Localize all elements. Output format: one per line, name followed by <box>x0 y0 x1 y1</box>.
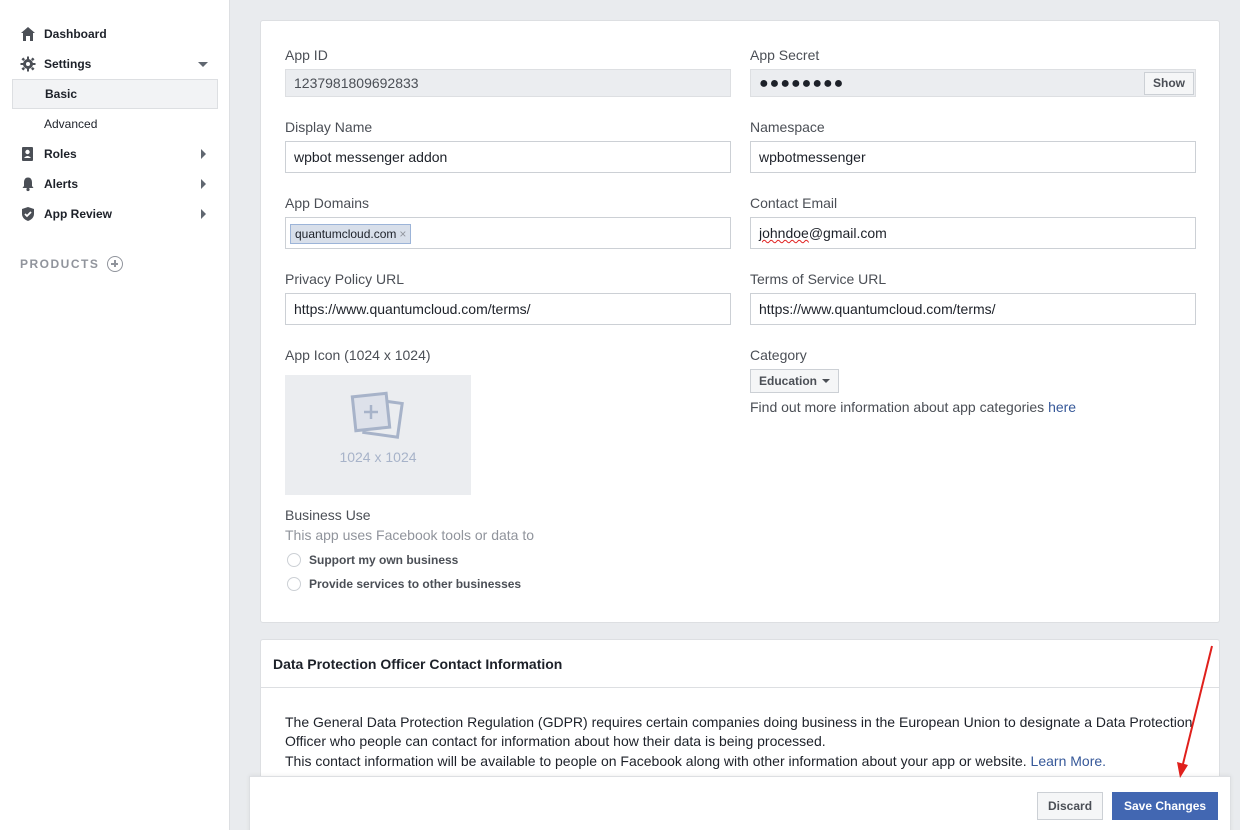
privacy-url-input[interactable]: https://www.quantumcloud.com/terms/ <box>285 293 731 325</box>
sidebar-item-label: Dashboard <box>44 27 107 41</box>
category-value: Education <box>759 374 818 388</box>
sidebar-item-label: App Review <box>44 207 113 221</box>
sidebar-item-settings[interactable]: Settings <box>12 49 218 79</box>
app-icon-label: App Icon (1024 x 1024) <box>285 347 431 363</box>
dpo-visibility-note: This contact information will be availab… <box>285 753 1197 769</box>
dpo-description: The General Data Protection Regulation (… <box>285 714 1193 749</box>
radio-circle[interactable] <box>287 577 301 591</box>
dpo-visibility-text: This contact information will be availab… <box>285 753 1031 769</box>
app-secret-field: ●●●●●●●● Show <box>750 69 1196 97</box>
products-label: PRODUCTS <box>20 257 100 271</box>
category-info: Find out more information about app cate… <box>750 399 1076 415</box>
namespace-input[interactable]: wpbotmessenger <box>750 141 1196 173</box>
radio-own-business[interactable]: Support my own business <box>287 553 458 567</box>
radio-circle[interactable] <box>287 553 301 567</box>
shield-check-icon <box>19 206 36 223</box>
chevron-right-icon <box>201 209 206 219</box>
app-domains-label: App Domains <box>285 195 370 211</box>
contact-email-label: Contact Email <box>750 195 838 211</box>
sidebar-item-alerts[interactable]: Alerts <box>12 169 218 199</box>
business-use-subtitle: This app uses Facebook tools or data to <box>285 527 535 543</box>
chevron-down-icon <box>198 62 208 67</box>
home-icon <box>19 26 36 43</box>
sidebar-item-label: Settings <box>44 57 92 71</box>
products-section: PRODUCTS <box>20 256 124 272</box>
roles-icon <box>19 146 36 163</box>
discard-button[interactable]: Discard <box>1037 792 1104 820</box>
dpo-title: Data Protection Officer Contact Informat… <box>261 640 1219 688</box>
sidebar-nav: Dashboard Settings Basic Advanced Roles … <box>12 19 218 229</box>
category-label: Category <box>750 347 807 363</box>
app-id-label: App ID <box>285 47 328 63</box>
domain-token-text: quantumcloud.com <box>295 227 397 241</box>
category-info-text: Find out more information about app cate… <box>750 399 1049 415</box>
gear-icon <box>19 56 36 73</box>
app-id-field: 1237981809692833 <box>285 69 731 97</box>
chevron-down-icon <box>822 379 831 383</box>
category-here-link[interactable]: here <box>1048 399 1076 415</box>
learn-more-link[interactable]: Learn More. <box>1031 753 1106 769</box>
sidebar-item-label: Alerts <box>44 177 79 191</box>
sidebar-item-app-review[interactable]: App Review <box>12 199 218 229</box>
sidebar-item-dashboard[interactable]: Dashboard <box>12 19 218 49</box>
sidebar-item-advanced[interactable]: Advanced <box>12 109 218 139</box>
business-use-label: Business Use <box>285 507 371 523</box>
app-secret-label: App Secret <box>750 47 820 63</box>
sidebar-item-roles[interactable]: Roles <box>12 139 218 169</box>
remove-token-icon[interactable]: × <box>399 227 406 241</box>
app-icon-size-text: 1024 x 1024 <box>339 449 417 465</box>
email-user-part: johndoe <box>759 225 809 241</box>
save-changes-button[interactable]: Save Changes <box>1112 792 1219 820</box>
category-select[interactable]: Education <box>750 369 840 393</box>
radio-own-label: Support my own business <box>309 553 459 567</box>
display-name-label: Display Name <box>285 119 373 135</box>
image-placeholder-icon <box>350 391 404 439</box>
contact-email-input[interactable]: johndoe@gmail.com <box>750 217 1196 249</box>
radio-other-label: Provide services to other businesses <box>309 577 522 591</box>
terms-url-label: Terms of Service URL <box>750 271 887 287</box>
domain-token: quantumcloud.com × <box>290 224 412 244</box>
sidebar-item-label: Roles <box>44 147 77 161</box>
show-secret-button[interactable]: Show <box>1144 72 1194 95</box>
app-domains-input[interactable]: quantumcloud.com × <box>285 217 731 249</box>
sidebar: Dashboard Settings Basic Advanced Roles … <box>0 0 230 830</box>
basic-settings-card: App ID 1237981809692833 App Secret ●●●●●… <box>260 20 1220 623</box>
radio-other-businesses[interactable]: Provide services to other businesses <box>287 577 521 591</box>
bell-icon <box>19 176 36 193</box>
email-domain-part: @gmail.com <box>808 225 887 241</box>
add-product-icon[interactable] <box>107 256 124 272</box>
namespace-label: Namespace <box>750 119 825 135</box>
save-bar: Discard Save Changes <box>249 776 1231 830</box>
chevron-right-icon <box>201 149 206 159</box>
app-secret-value: ●●●●●●●● <box>759 75 845 92</box>
sidebar-item-basic[interactable]: Basic <box>12 79 218 109</box>
app-icon-upload[interactable]: 1024 x 1024 <box>285 375 471 495</box>
privacy-url-label: Privacy Policy URL <box>285 271 405 287</box>
display-name-input[interactable]: wpbot messenger addon <box>285 141 731 173</box>
chevron-right-icon <box>201 179 206 189</box>
terms-url-input[interactable]: https://www.quantumcloud.com/terms/ <box>750 293 1196 325</box>
